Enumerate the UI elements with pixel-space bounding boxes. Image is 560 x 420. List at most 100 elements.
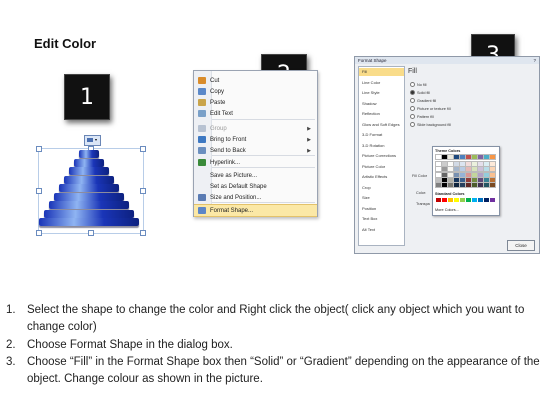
category-3-d-rotation[interactable]: 3-D Rotation <box>359 142 404 150</box>
theme-color-swatch[interactable] <box>447 176 454 183</box>
theme-color-swatch[interactable] <box>465 166 472 173</box>
fill-option-radio[interactable]: Gradient fill <box>410 98 436 103</box>
theme-color-swatch[interactable] <box>471 171 478 178</box>
category-shadow[interactable]: Shadow <box>359 100 404 108</box>
theme-color-swatch[interactable] <box>471 182 478 188</box>
menu-item-save-as-picture[interactable]: Save as Picture... <box>194 170 317 181</box>
theme-color-swatch[interactable] <box>453 176 460 183</box>
theme-color-swatch[interactable] <box>465 176 472 183</box>
theme-color-swatch[interactable] <box>459 166 466 173</box>
theme-color-swatch[interactable] <box>477 171 484 178</box>
theme-color-swatch[interactable] <box>447 171 454 178</box>
theme-color-swatch[interactable] <box>489 182 496 188</box>
theme-color-swatch[interactable] <box>465 171 472 178</box>
category-glow-and-soft-edges[interactable]: Glow and Soft Edges <box>359 121 404 129</box>
theme-color-swatch[interactable] <box>459 182 466 188</box>
fill-option-radio[interactable]: No fill <box>410 82 427 87</box>
theme-color-swatch[interactable] <box>453 154 460 160</box>
resize-handle[interactable] <box>36 230 42 236</box>
theme-color-swatch[interactable] <box>459 176 466 183</box>
theme-color-swatch[interactable] <box>435 154 442 160</box>
theme-color-swatch[interactable] <box>477 154 484 160</box>
standard-color-swatch[interactable] <box>490 198 495 202</box>
theme-color-swatch[interactable] <box>483 154 490 160</box>
menu-item-copy[interactable]: Copy <box>194 86 317 97</box>
more-colors-link[interactable]: More Colors... <box>435 208 459 212</box>
category-text-box[interactable]: Text Box <box>359 215 404 223</box>
theme-color-swatch[interactable] <box>459 171 466 178</box>
standard-color-swatch[interactable] <box>454 198 459 202</box>
theme-color-swatch[interactable] <box>435 182 442 188</box>
category-fill[interactable]: Fill <box>359 68 404 76</box>
category-picture-color[interactable]: Picture Color <box>359 163 404 171</box>
theme-color-swatch[interactable] <box>465 182 472 188</box>
fill-option-radio[interactable]: Pattern fill <box>410 114 434 119</box>
standard-color-swatch[interactable] <box>448 198 453 202</box>
menu-item-set-as-default-shape[interactable]: Set as Default Shape <box>194 181 317 192</box>
theme-color-swatch[interactable] <box>471 154 478 160</box>
theme-color-swatch[interactable] <box>435 166 442 173</box>
standard-color-swatch[interactable] <box>484 198 489 202</box>
resize-handle[interactable] <box>140 146 146 152</box>
theme-color-swatch[interactable] <box>477 176 484 183</box>
theme-color-swatch[interactable] <box>453 182 460 188</box>
theme-color-swatch[interactable] <box>447 154 454 160</box>
fill-option-radio[interactable]: Picture or texture fill <box>410 106 451 111</box>
theme-color-swatch[interactable] <box>483 161 490 168</box>
theme-color-swatch[interactable] <box>471 176 478 183</box>
resize-handle[interactable] <box>140 230 146 236</box>
category-position[interactable]: Position <box>359 205 404 213</box>
standard-color-swatch[interactable] <box>442 198 447 202</box>
standard-color-swatch[interactable] <box>466 198 471 202</box>
category-3-d-format[interactable]: 3-D Format <box>359 131 404 139</box>
theme-color-swatch[interactable] <box>483 171 490 178</box>
standard-color-swatch[interactable] <box>436 198 441 202</box>
standard-color-swatch[interactable] <box>478 198 483 202</box>
menu-item-group[interactable]: Group ▶ <box>194 123 317 134</box>
theme-color-swatch[interactable] <box>435 161 442 168</box>
fill-option-radio[interactable]: Solid fill <box>410 90 430 95</box>
menu-item-edit-text[interactable]: Edit Text <box>194 108 317 119</box>
theme-color-swatch[interactable] <box>447 166 454 173</box>
theme-color-swatch[interactable] <box>453 166 460 173</box>
theme-color-swatch[interactable] <box>471 161 478 168</box>
category-alt-text[interactable]: Alt Text <box>359 226 404 234</box>
theme-color-swatch[interactable] <box>459 161 466 168</box>
category-artistic-effects[interactable]: Artistic Effects <box>359 173 404 181</box>
theme-color-swatch[interactable] <box>489 176 496 183</box>
category-reflection[interactable]: Reflection <box>359 110 404 118</box>
theme-color-swatch[interactable] <box>477 182 484 188</box>
theme-color-swatch[interactable] <box>489 154 496 160</box>
theme-color-swatch[interactable] <box>441 171 448 178</box>
menu-item-paste[interactable]: Paste <box>194 97 317 108</box>
theme-color-swatch[interactable] <box>453 161 460 168</box>
theme-color-swatch[interactable] <box>441 161 448 168</box>
resize-handle[interactable] <box>36 146 42 152</box>
menu-item-bring-to-front[interactable]: Bring to Front ▶ <box>194 134 317 145</box>
theme-color-swatch[interactable] <box>465 154 472 160</box>
category-line-color[interactable]: Line Color <box>359 79 404 87</box>
category-crop[interactable]: Crop <box>359 184 404 192</box>
theme-color-swatch[interactable] <box>477 166 484 173</box>
theme-color-swatch[interactable] <box>471 166 478 173</box>
theme-color-swatch[interactable] <box>441 182 448 188</box>
theme-color-swatch[interactable] <box>465 161 472 168</box>
theme-color-swatch[interactable] <box>441 166 448 173</box>
help-close-icon[interactable]: ? <box>533 57 536 64</box>
resize-handle[interactable] <box>140 188 146 194</box>
theme-color-swatch[interactable] <box>483 166 490 173</box>
theme-color-swatch[interactable] <box>459 154 466 160</box>
theme-color-swatch[interactable] <box>483 182 490 188</box>
resize-handle[interactable] <box>36 188 42 194</box>
resize-handle[interactable] <box>88 230 94 236</box>
theme-color-swatch[interactable] <box>441 154 448 160</box>
theme-color-swatch[interactable] <box>441 176 448 183</box>
theme-color-swatch[interactable] <box>489 161 496 168</box>
standard-color-swatch[interactable] <box>472 198 477 202</box>
category-size[interactable]: Size <box>359 194 404 202</box>
theme-color-swatch[interactable] <box>435 171 442 178</box>
fill-color-button[interactable]: ▾ <box>84 135 101 146</box>
close-button[interactable]: Close <box>507 240 535 251</box>
theme-color-swatch[interactable] <box>489 166 496 173</box>
category-line-style[interactable]: Line Style <box>359 89 404 97</box>
